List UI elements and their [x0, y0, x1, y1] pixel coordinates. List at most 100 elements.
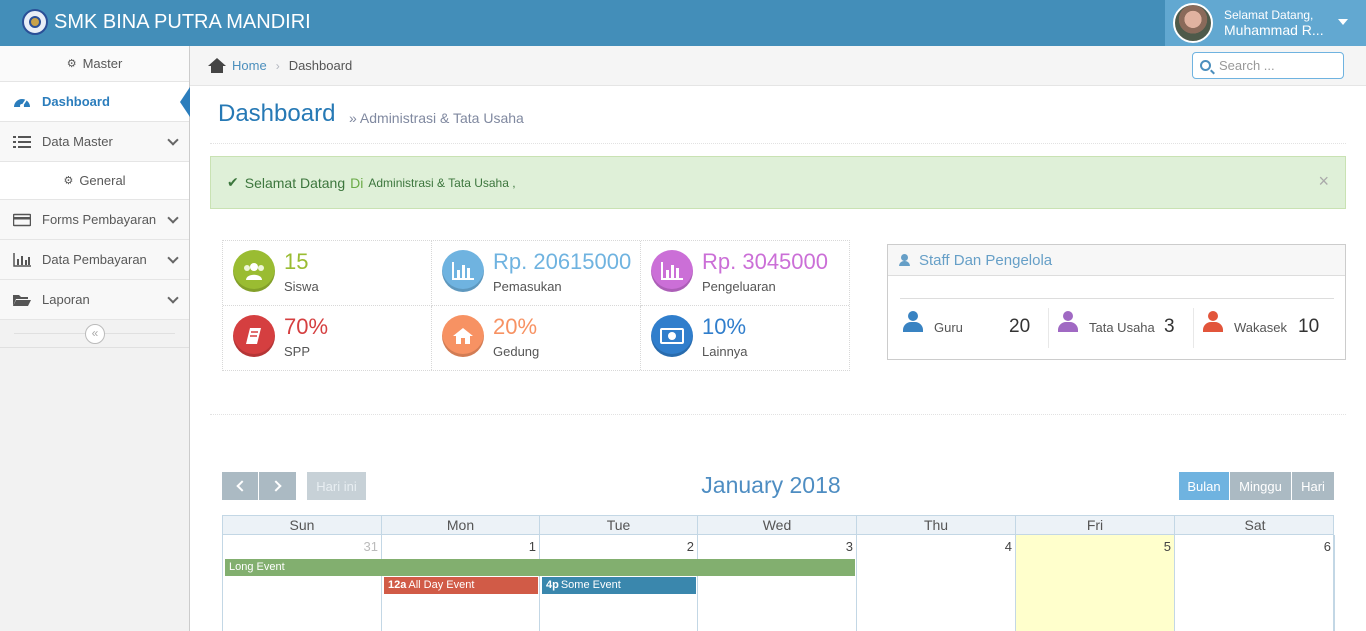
user-icon	[1203, 311, 1223, 333]
check-icon: ✔	[227, 174, 239, 190]
day-number: 4	[1004, 539, 1012, 554]
sidebar-subitem-general[interactable]: ⚙ General	[0, 162, 189, 200]
sidebar-item-data-master[interactable]: Data Master	[0, 122, 189, 162]
calendar-day-cell-today[interactable]: 5	[1016, 535, 1175, 631]
day-number: 3	[845, 539, 853, 554]
folder-open-icon	[12, 293, 32, 307]
event-title: All Day Event	[408, 579, 475, 591]
calendar-view-month-button[interactable]: Bulan	[1179, 472, 1229, 500]
sidebar-item-laporan[interactable]: Laporan	[0, 280, 189, 320]
infobox-label: Lainnya	[702, 344, 748, 359]
infobox-value: Rp. 3045000	[702, 249, 828, 274]
event-time: 12a	[388, 579, 407, 591]
user-name: Muhammad R...	[1224, 22, 1324, 38]
calendar-next-button[interactable]	[259, 472, 296, 500]
calendar-day-cell[interactable]: 6	[1175, 535, 1335, 631]
calendar-view-day-button[interactable]: Hari	[1292, 472, 1334, 500]
avatar	[1173, 3, 1213, 43]
staff-label: Tata Usaha	[1089, 319, 1155, 335]
calendar-prev-button[interactable]	[222, 472, 258, 500]
chevron-right-icon	[269, 480, 282, 492]
infobox-label: SPP	[284, 344, 311, 359]
book-icon	[233, 315, 275, 357]
infobox-label: Siswa	[284, 279, 319, 294]
calendar-day-cell[interactable]: 4	[857, 535, 1016, 631]
bar-chart-icon	[651, 250, 693, 292]
bar-chart-icon	[12, 252, 32, 267]
page-header: Dashboard » Administrasi & Tata Usaha	[210, 96, 1346, 144]
breadcrumb-separator: ›	[275, 58, 280, 73]
alert-text-small: Administrasi & Tata Usaha ,	[368, 175, 516, 190]
day-number: 1	[528, 539, 536, 554]
infobox-spp: 70% SPP	[223, 306, 432, 370]
alert-text: Selamat Datang	[244, 174, 346, 191]
day-number: 2	[686, 539, 694, 554]
staff-item-tata-usaha: Tata Usaha 3	[1058, 307, 1193, 347]
breadcrumb: Home › Dashboard	[190, 46, 1366, 86]
search-icon	[1200, 60, 1211, 71]
calendar-event-long[interactable]: Long Event	[225, 559, 855, 576]
sidebar-item-data-pembayaran[interactable]: Data Pembayaran	[0, 240, 189, 280]
alert-text-highlight: Di	[350, 174, 364, 191]
bar-chart-icon	[442, 250, 484, 292]
infobox-value: 70%	[284, 314, 329, 339]
brand[interactable]: SMK BINA PUTRA MANDIRI	[22, 9, 311, 35]
sidebar-collapse: «	[0, 320, 189, 348]
weekday-label: Wed	[698, 516, 857, 535]
calendar-day-cell[interactable]: 3	[698, 535, 857, 631]
sidebar-item-label: Dashboard	[42, 94, 110, 109]
weekday-label: Mon	[382, 516, 540, 535]
widget-divider	[900, 298, 1334, 299]
staff-count: 3	[1164, 316, 1175, 337]
staff-count: 10	[1298, 316, 1320, 337]
infobox-siswa: 15 Siswa	[223, 241, 432, 306]
sidebar-item-forms-pembayaran[interactable]: Forms Pembayaran	[0, 200, 189, 240]
user-greeting: Selamat Datang,	[1224, 8, 1314, 22]
search-input[interactable]	[1219, 58, 1337, 73]
infobox-value: 20%	[493, 314, 538, 339]
sidebar-shortcut-master[interactable]: ⚙ Master	[0, 46, 189, 82]
collapse-sidebar-icon[interactable]: «	[85, 324, 105, 344]
calendar-view-week-button[interactable]: Minggu	[1230, 472, 1291, 500]
chevron-down-icon	[167, 212, 179, 224]
calendar-event-some[interactable]: 4p Some Event	[542, 577, 696, 594]
users-icon	[233, 250, 275, 292]
page-subtitle: » Administrasi & Tata Usaha	[349, 110, 524, 126]
weekday-label: Sun	[223, 516, 382, 535]
sidebar-item-label: General	[79, 173, 126, 188]
calendar-day-cell[interactable]: 31	[223, 535, 382, 631]
staff-label: Guru	[934, 319, 963, 335]
credit-card-icon	[12, 213, 32, 227]
sidebar-item-dashboard[interactable]: Dashboard	[0, 82, 190, 122]
staff-widget: Staff Dan Pengelola Guru 20 Tata Usaha 3…	[887, 244, 1346, 360]
sidebar-item-label: Forms Pembayaran	[42, 212, 157, 227]
calendar-week-row: 31 1 2 3 4 5 6 Long Event 12a All Day Eve…	[222, 535, 1335, 631]
money-icon	[651, 315, 693, 357]
day-number: 6	[1323, 539, 1331, 554]
calendar-grid: Sun Mon Tue Wed Thu Fri Sat 31 1 2 3 4 5…	[222, 515, 1335, 631]
infobox-value: Rp. 20615000	[493, 249, 632, 274]
brand-name: SMK BINA PUTRA MANDIRI	[54, 10, 311, 33]
user-menu[interactable]: Selamat Datang, Muhammad R...	[1165, 0, 1366, 46]
infobox-container: 15 Siswa Rp. 20615000 Pemasukan Rp. 3045…	[222, 240, 850, 371]
close-icon[interactable]: ×	[1318, 171, 1329, 192]
infobox-pengeluaran: Rp. 3045000 Pengeluaran	[641, 241, 849, 306]
event-time: 4p	[546, 579, 559, 591]
staff-label: Wakasek	[1234, 319, 1287, 335]
chevron-down-icon	[167, 252, 179, 264]
weekday-label: Tue	[540, 516, 698, 535]
search-box	[1192, 52, 1344, 79]
calendar-event-all-day[interactable]: 12a All Day Event	[384, 577, 538, 594]
weekday-label: Sat	[1244, 517, 1266, 533]
infobox-value: 15	[284, 249, 309, 274]
section-divider	[210, 414, 1346, 415]
home-icon	[208, 57, 226, 74]
gears-icon: ⚙	[63, 175, 74, 187]
calendar-today-button[interactable]: Hari ini	[307, 472, 366, 500]
list-icon	[12, 135, 32, 149]
breadcrumb-home-link[interactable]: Home	[232, 58, 267, 73]
infobox-lainnya: 10% Lainnya	[641, 306, 849, 370]
staff-item-wakasek: Wakasek 10	[1203, 307, 1338, 347]
sidebar-item-label: Laporan	[42, 292, 90, 307]
navbar: SMK BINA PUTRA MANDIRI Selamat Datang, M…	[0, 0, 1366, 46]
